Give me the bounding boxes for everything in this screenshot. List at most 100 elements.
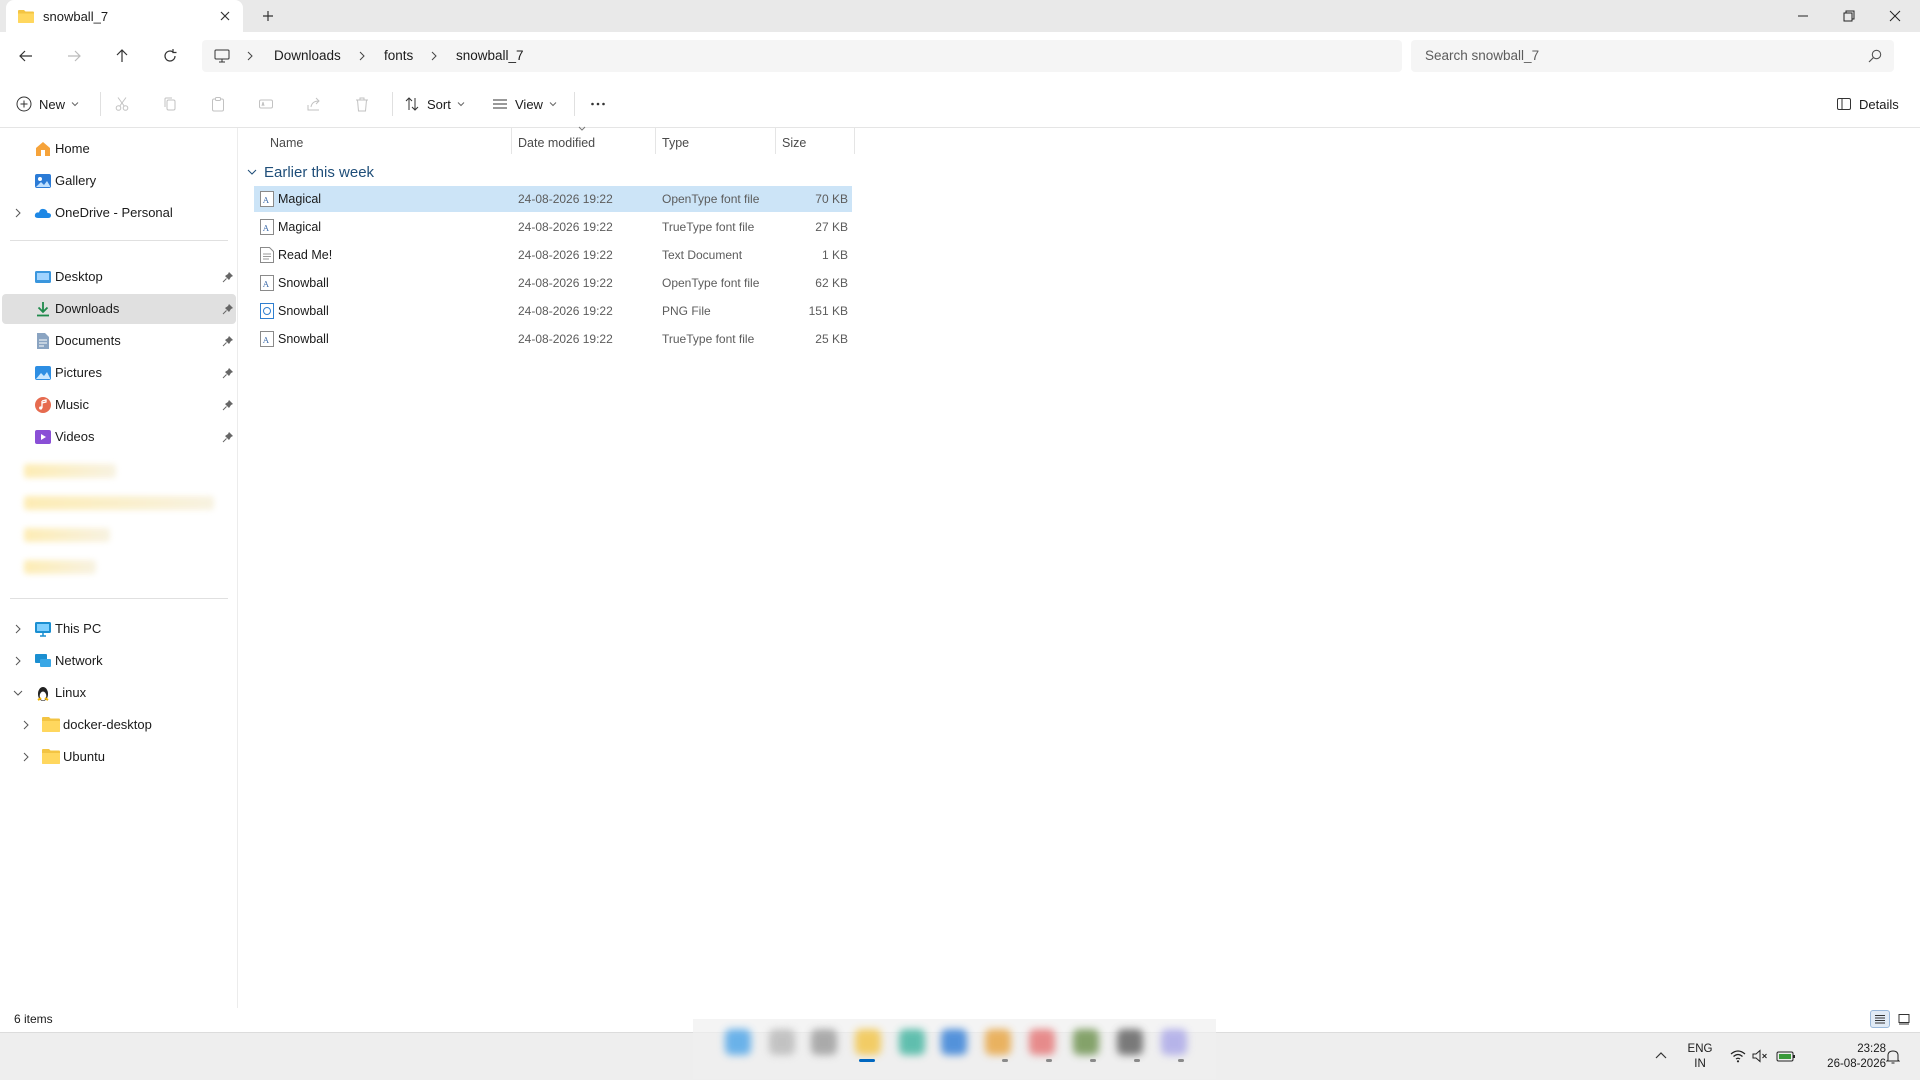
sidebar-item-label: OneDrive - Personal xyxy=(55,205,173,220)
notification-icon[interactable] xyxy=(1886,1049,1900,1065)
app-icon[interactable] xyxy=(1073,1029,1099,1055)
sidebar-item-downloads[interactable]: Downloads xyxy=(2,294,236,324)
details-pane-icon xyxy=(1836,96,1852,112)
breadcrumb-fonts[interactable]: fonts xyxy=(384,48,413,63)
up-button[interactable] xyxy=(110,44,134,68)
copy-button[interactable] xyxy=(162,92,178,116)
breadcrumb-snowball-7[interactable]: snowball_7 xyxy=(456,48,524,63)
app-icon[interactable] xyxy=(1117,1029,1143,1055)
new-button[interactable]: New xyxy=(16,92,79,116)
sidebar-item-music[interactable]: Music xyxy=(2,390,236,420)
task-view-icon[interactable] xyxy=(811,1029,837,1055)
volume-muted-icon[interactable] xyxy=(1752,1049,1768,1063)
share-button[interactable] xyxy=(306,92,322,116)
app-icon[interactable] xyxy=(1161,1029,1187,1055)
search-input[interactable]: Search snowball_7 xyxy=(1411,40,1894,72)
sidebar-item-network[interactable]: Network xyxy=(2,646,236,676)
sidebar-item-onedrive[interactable]: OneDrive - Personal xyxy=(2,198,236,228)
sidebar-item-label: Linux xyxy=(55,685,87,700)
column-header-size[interactable]: Size xyxy=(776,128,854,158)
sort-button[interactable]: Sort xyxy=(404,92,465,116)
taskbar: ENG IN 23:28 26-08-2026 xyxy=(0,1019,1920,1080)
pin-icon[interactable] xyxy=(222,431,234,443)
address-bar[interactable]: Downloads fonts snowball_7 xyxy=(202,40,1402,72)
chevron-right-icon[interactable] xyxy=(12,207,24,219)
column-header-date[interactable]: Date modified xyxy=(512,126,656,158)
chevron-up-icon[interactable] xyxy=(1654,1049,1668,1063)
minimize-button[interactable] xyxy=(1780,0,1826,32)
pin-icon[interactable] xyxy=(222,399,234,411)
app-icon[interactable] xyxy=(1029,1029,1055,1055)
refresh-button[interactable] xyxy=(158,44,182,68)
sidebar-item-gallery[interactable]: Gallery xyxy=(2,166,236,196)
running-indicator xyxy=(1134,1059,1140,1062)
rename-icon xyxy=(258,96,274,112)
file-row[interactable]: A Snowball 24-08-2026 19:22 OpenType fon… xyxy=(254,270,852,296)
window-tab[interactable]: snowball_7 xyxy=(6,0,243,32)
rename-button[interactable] xyxy=(258,92,274,116)
file-row[interactable]: Snowball 24-08-2026 19:22 PNG File 151 K… xyxy=(254,298,852,324)
taskbar-apps xyxy=(693,1019,1216,1079)
details-view-icon xyxy=(1874,1013,1886,1025)
file-row[interactable]: Read Me! 24-08-2026 19:22 Text Document … xyxy=(254,242,852,268)
more-options-button[interactable] xyxy=(590,92,606,116)
new-tab-icon[interactable] xyxy=(260,8,276,24)
file-name: Magical xyxy=(278,192,322,206)
sidebar-item-docker-desktop[interactable]: docker-desktop xyxy=(2,710,236,740)
chevron-right-icon[interactable] xyxy=(20,719,32,731)
close-window-button[interactable] xyxy=(1872,0,1918,32)
group-header[interactable]: Earlier this week xyxy=(246,160,374,184)
back-button[interactable] xyxy=(14,44,38,68)
chevron-right-icon[interactable] xyxy=(20,751,32,763)
delete-button[interactable] xyxy=(354,92,370,116)
sidebar-item-videos[interactable]: Videos xyxy=(2,422,236,452)
sidebar-item-home[interactable]: Home xyxy=(2,134,236,164)
divider xyxy=(10,598,228,599)
app-icon[interactable] xyxy=(941,1029,967,1055)
details-view-button[interactable] xyxy=(1870,1010,1890,1028)
file-row[interactable]: A Magical 24-08-2026 19:22 TrueType font… xyxy=(254,214,852,240)
chevron-down-icon[interactable] xyxy=(12,687,24,699)
search-icon[interactable] xyxy=(1868,49,1882,63)
chevron-right-icon[interactable] xyxy=(12,655,24,667)
text-file-icon xyxy=(260,247,274,263)
start-icon[interactable] xyxy=(725,1029,751,1055)
details-button[interactable]: Details xyxy=(1836,92,1899,116)
file-row[interactable]: A Snowball 24-08-2026 19:22 TrueType fon… xyxy=(254,326,852,352)
breadcrumb-downloads[interactable]: Downloads xyxy=(274,48,341,63)
chevron-right-icon[interactable] xyxy=(12,623,24,635)
view-button[interactable]: View xyxy=(492,92,557,116)
sidebar-item-documents[interactable]: Documents xyxy=(2,326,236,356)
column-header-name[interactable]: Name xyxy=(254,128,524,158)
close-tab-icon[interactable] xyxy=(217,8,233,24)
file-row[interactable]: A Magical 24-08-2026 19:22 OpenType font… xyxy=(254,186,852,212)
restore-button[interactable] xyxy=(1826,0,1872,32)
column-divider[interactable] xyxy=(854,128,855,154)
battery-icon[interactable] xyxy=(1776,1049,1796,1063)
chevron-right-icon xyxy=(428,50,440,62)
pin-icon[interactable] xyxy=(222,303,234,315)
paste-button[interactable] xyxy=(210,92,226,116)
sidebar-item-this-pc[interactable]: This PC xyxy=(2,614,236,644)
pin-icon[interactable] xyxy=(222,271,234,283)
language-indicator[interactable]: ENG IN xyxy=(1684,1042,1716,1072)
cut-button[interactable] xyxy=(114,92,130,116)
search-icon[interactable] xyxy=(769,1029,795,1055)
sidebar-item-ubuntu[interactable]: Ubuntu xyxy=(2,742,236,772)
chevron-down-icon xyxy=(549,100,557,108)
sort-icon xyxy=(404,96,420,112)
pin-icon[interactable] xyxy=(222,367,234,379)
forward-button[interactable] xyxy=(62,44,86,68)
large-icons-view-button[interactable] xyxy=(1894,1010,1914,1028)
pin-icon[interactable] xyxy=(222,335,234,347)
sidebar-item-desktop[interactable]: Desktop xyxy=(2,262,236,292)
wifi-icon[interactable] xyxy=(1730,1049,1746,1063)
file-explorer-icon[interactable] xyxy=(855,1029,881,1055)
app-icon[interactable] xyxy=(899,1029,925,1055)
column-header-type[interactable]: Type xyxy=(656,128,776,158)
sidebar-item-pictures[interactable]: Pictures xyxy=(2,358,236,388)
file-name: Snowball xyxy=(278,276,329,290)
app-icon[interactable] xyxy=(985,1029,1011,1055)
sidebar-item-linux[interactable]: Linux xyxy=(2,678,236,708)
clock[interactable]: 23:28 26-08-2026 xyxy=(1808,1042,1886,1072)
